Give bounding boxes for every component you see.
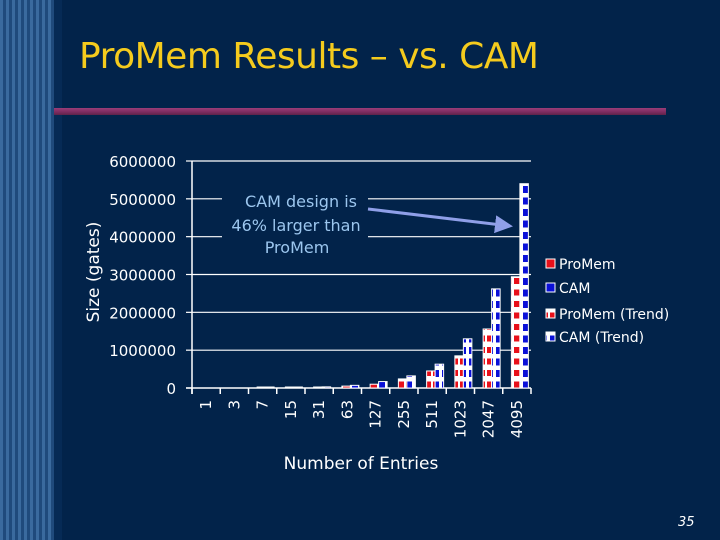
bar-cam [265, 386, 275, 389]
y-axis-title: Size (gates) [84, 222, 104, 323]
y-tick-label: 1000000 [109, 342, 176, 360]
legend-label: ProMem [559, 257, 616, 273]
x-tick-labels: 1 3 7 15 31 63 127 255 511 1023 2047 4095 [197, 400, 526, 438]
x-tick-label: 3 [225, 400, 243, 410]
legend-item: ProMem (Trend) [545, 307, 669, 323]
legend-label: CAM [559, 281, 590, 297]
bar-promem [369, 383, 380, 389]
x-axis-title: Number of Entries [284, 454, 439, 474]
annotation-line-2: 46% larger than [231, 216, 360, 235]
y-tick-label: 3000000 [109, 267, 176, 285]
bar-cam [519, 183, 529, 389]
bar-promem [397, 378, 408, 389]
legend-swatch-cam-trend [545, 331, 556, 342]
legend: ProMem CAM ProMem (Trend) CAM (Trend) [545, 257, 669, 346]
x-tick-label: 15 [282, 400, 300, 419]
legend-item: CAM [545, 281, 590, 297]
x-tick-label: 7 [254, 400, 272, 410]
y-tick-labels: 0 1000000 2000000 3000000 4000000 5000000 6000… [109, 153, 176, 398]
bar-promem [454, 355, 464, 389]
bar-promem [482, 328, 493, 389]
bar-cam [349, 384, 360, 389]
legend-label: CAM (Trend) [559, 330, 644, 346]
x-tick-label: 255 [395, 400, 413, 429]
bar-cam [462, 338, 473, 389]
legend-swatch-cam [545, 282, 556, 293]
legend-item: CAM (Trend) [545, 330, 644, 346]
x-tick-label: 4095 [508, 400, 526, 438]
y-tick-label: 0 [166, 380, 176, 398]
bar-cam [293, 386, 303, 389]
bar-chart: 0 1000000 2000000 3000000 4000000 5000000 6000… [84, 153, 669, 474]
x-tick-label: 2047 [480, 400, 498, 438]
page-number: 35 [678, 515, 695, 530]
bar-promem [426, 370, 436, 389]
y-tick-label: 2000000 [109, 304, 176, 322]
bar-promem [313, 386, 323, 389]
bar-promem [284, 386, 295, 389]
legend-swatch-promem-trend [545, 308, 556, 319]
y-tick-label: 6000000 [109, 153, 176, 171]
x-tick-label: 127 [367, 400, 385, 429]
x-tick-label: 511 [423, 400, 441, 429]
x-tick-label: 31 [310, 400, 328, 419]
y-tick-label: 5000000 [109, 191, 176, 209]
bar-cam [378, 381, 388, 389]
x-tick-label: 63 [338, 400, 356, 419]
x-tick-label: 1023 [451, 400, 469, 438]
legend-item: ProMem [545, 257, 616, 273]
annotation: CAM design is 46% larger than ProMem [222, 186, 513, 264]
y-tick-label: 4000000 [109, 229, 176, 247]
annotation-line-1: CAM design is [245, 192, 357, 211]
bar-cam [321, 386, 332, 389]
bar-promem [341, 385, 351, 389]
x-tick-label: 1 [197, 400, 215, 410]
legend-label: ProMem (Trend) [559, 307, 669, 323]
bar-promem [256, 386, 267, 389]
bar-cam [434, 363, 445, 389]
bar-promem [510, 276, 521, 389]
legend-swatch-promem [545, 258, 556, 269]
bar-cam [491, 288, 501, 389]
annotation-line-3: ProMem [265, 238, 330, 257]
bar-cam [406, 375, 416, 389]
annotation-arrow [367, 207, 513, 234]
